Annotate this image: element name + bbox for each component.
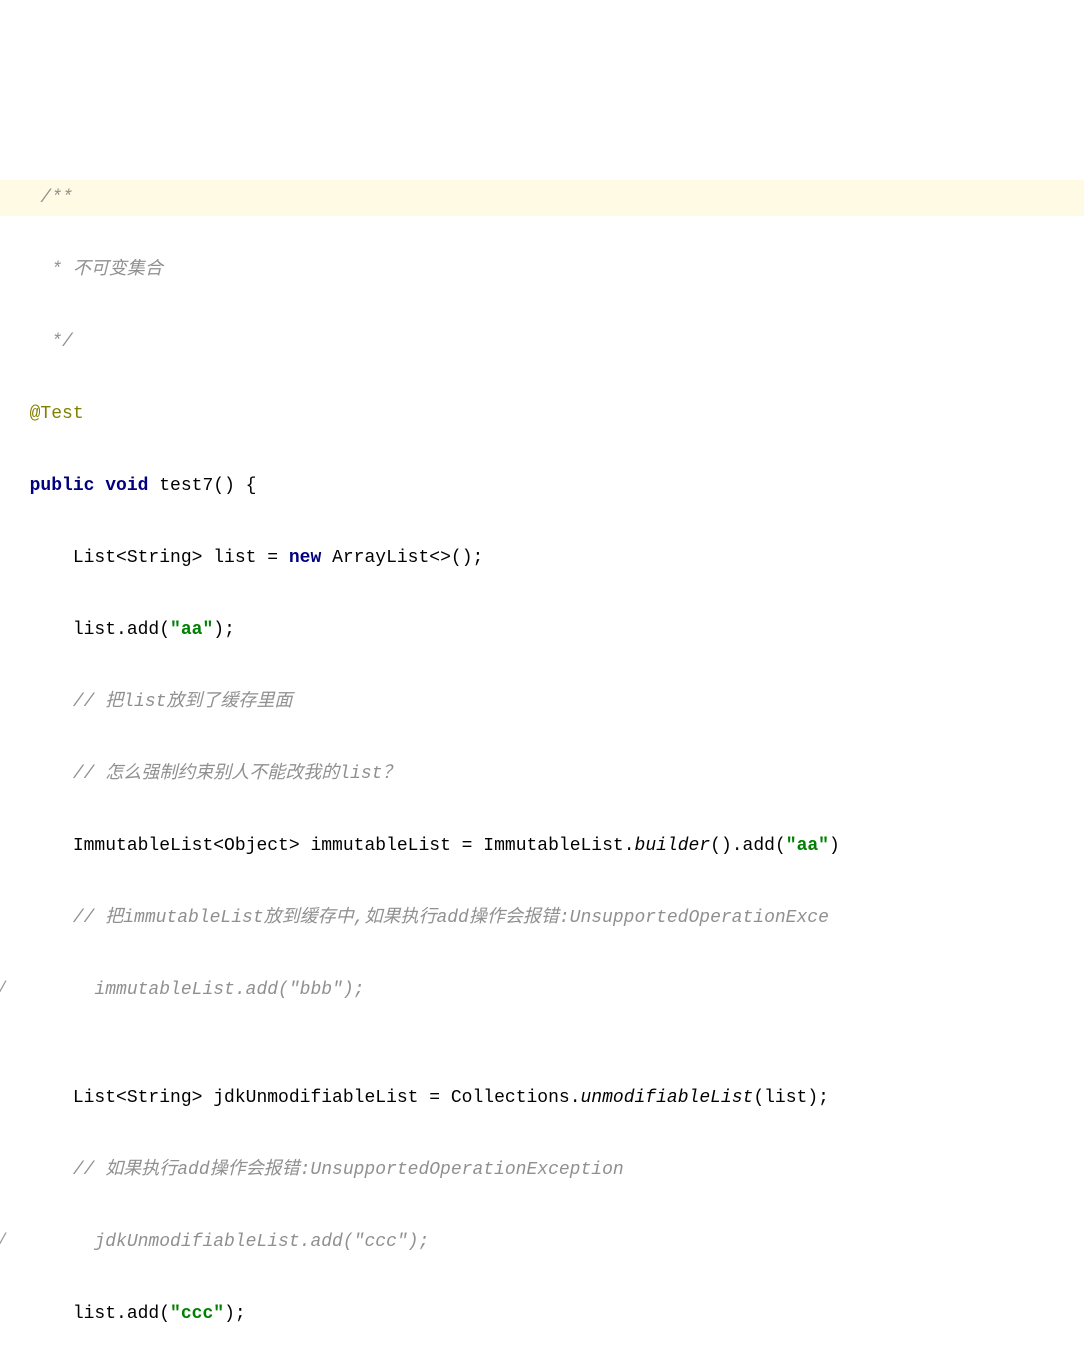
code-line: list.add("aa"); xyxy=(0,612,1084,648)
code-line: List<String> jdkUnmodifiableList = Colle… xyxy=(0,1080,1084,1116)
code-line: // 如果执行add操作会报错:UnsupportedOperationExce… xyxy=(0,1152,1084,1188)
annotation: @Test xyxy=(30,404,84,424)
code-line: ImmutableList<Object> immutableList = Im… xyxy=(0,828,1084,864)
code-line: // 把immutableList放到缓存中,如果执行add操作会报错:Unsu… xyxy=(0,900,1084,936)
keyword: void xyxy=(105,476,148,496)
comment: // 如果执行add操作会报错:UnsupportedOperationExce… xyxy=(30,1160,624,1180)
comment: immutableList.add("bbb"); xyxy=(30,980,365,1000)
comment: /** xyxy=(40,188,72,208)
code-line: * 不可变集合 xyxy=(0,252,1084,288)
string-literal: "ccc" xyxy=(170,1304,224,1324)
code-editor[interactable]: /** * 不可变集合 */ @Test public void test7()… xyxy=(0,144,1084,1358)
keyword: public xyxy=(30,476,95,496)
comment: // 怎么强制约束别人不能改我的list？ xyxy=(30,764,401,784)
comment: jdkUnmodifiableList.add("ccc"); xyxy=(30,1232,430,1252)
code-line: /** xyxy=(0,180,1084,216)
string-literal: "aa" xyxy=(170,620,213,640)
code-line: public void test7() { xyxy=(0,468,1084,504)
gutter-marker: / xyxy=(0,972,8,1004)
static-method: unmodifiableList xyxy=(581,1088,754,1108)
code-line: @Test xyxy=(0,396,1084,432)
static-method: builder xyxy=(635,836,711,856)
code-line: // 怎么强制约束别人不能改我的list？ xyxy=(0,756,1084,792)
string-literal: "aa" xyxy=(786,836,829,856)
keyword: new xyxy=(289,548,321,568)
code-line: */ xyxy=(0,324,1084,360)
code-line: / jdkUnmodifiableList.add("ccc"); xyxy=(0,1224,1084,1260)
gutter-marker: / xyxy=(0,1224,8,1256)
code-line: List<String> list = new ArrayList<>(); xyxy=(0,540,1084,576)
code-line: / immutableList.add("bbb"); xyxy=(0,972,1084,1008)
comment: // 把immutableList放到缓存中,如果执行add操作会报错:Unsu… xyxy=(30,908,829,928)
comment: * 不可变集合 xyxy=(40,260,162,280)
code-line: // 把list放到了缓存里面 xyxy=(0,684,1084,720)
comment: */ xyxy=(40,332,72,352)
code-line: list.add("ccc"); xyxy=(0,1296,1084,1332)
comment: // 把list放到了缓存里面 xyxy=(30,692,293,712)
